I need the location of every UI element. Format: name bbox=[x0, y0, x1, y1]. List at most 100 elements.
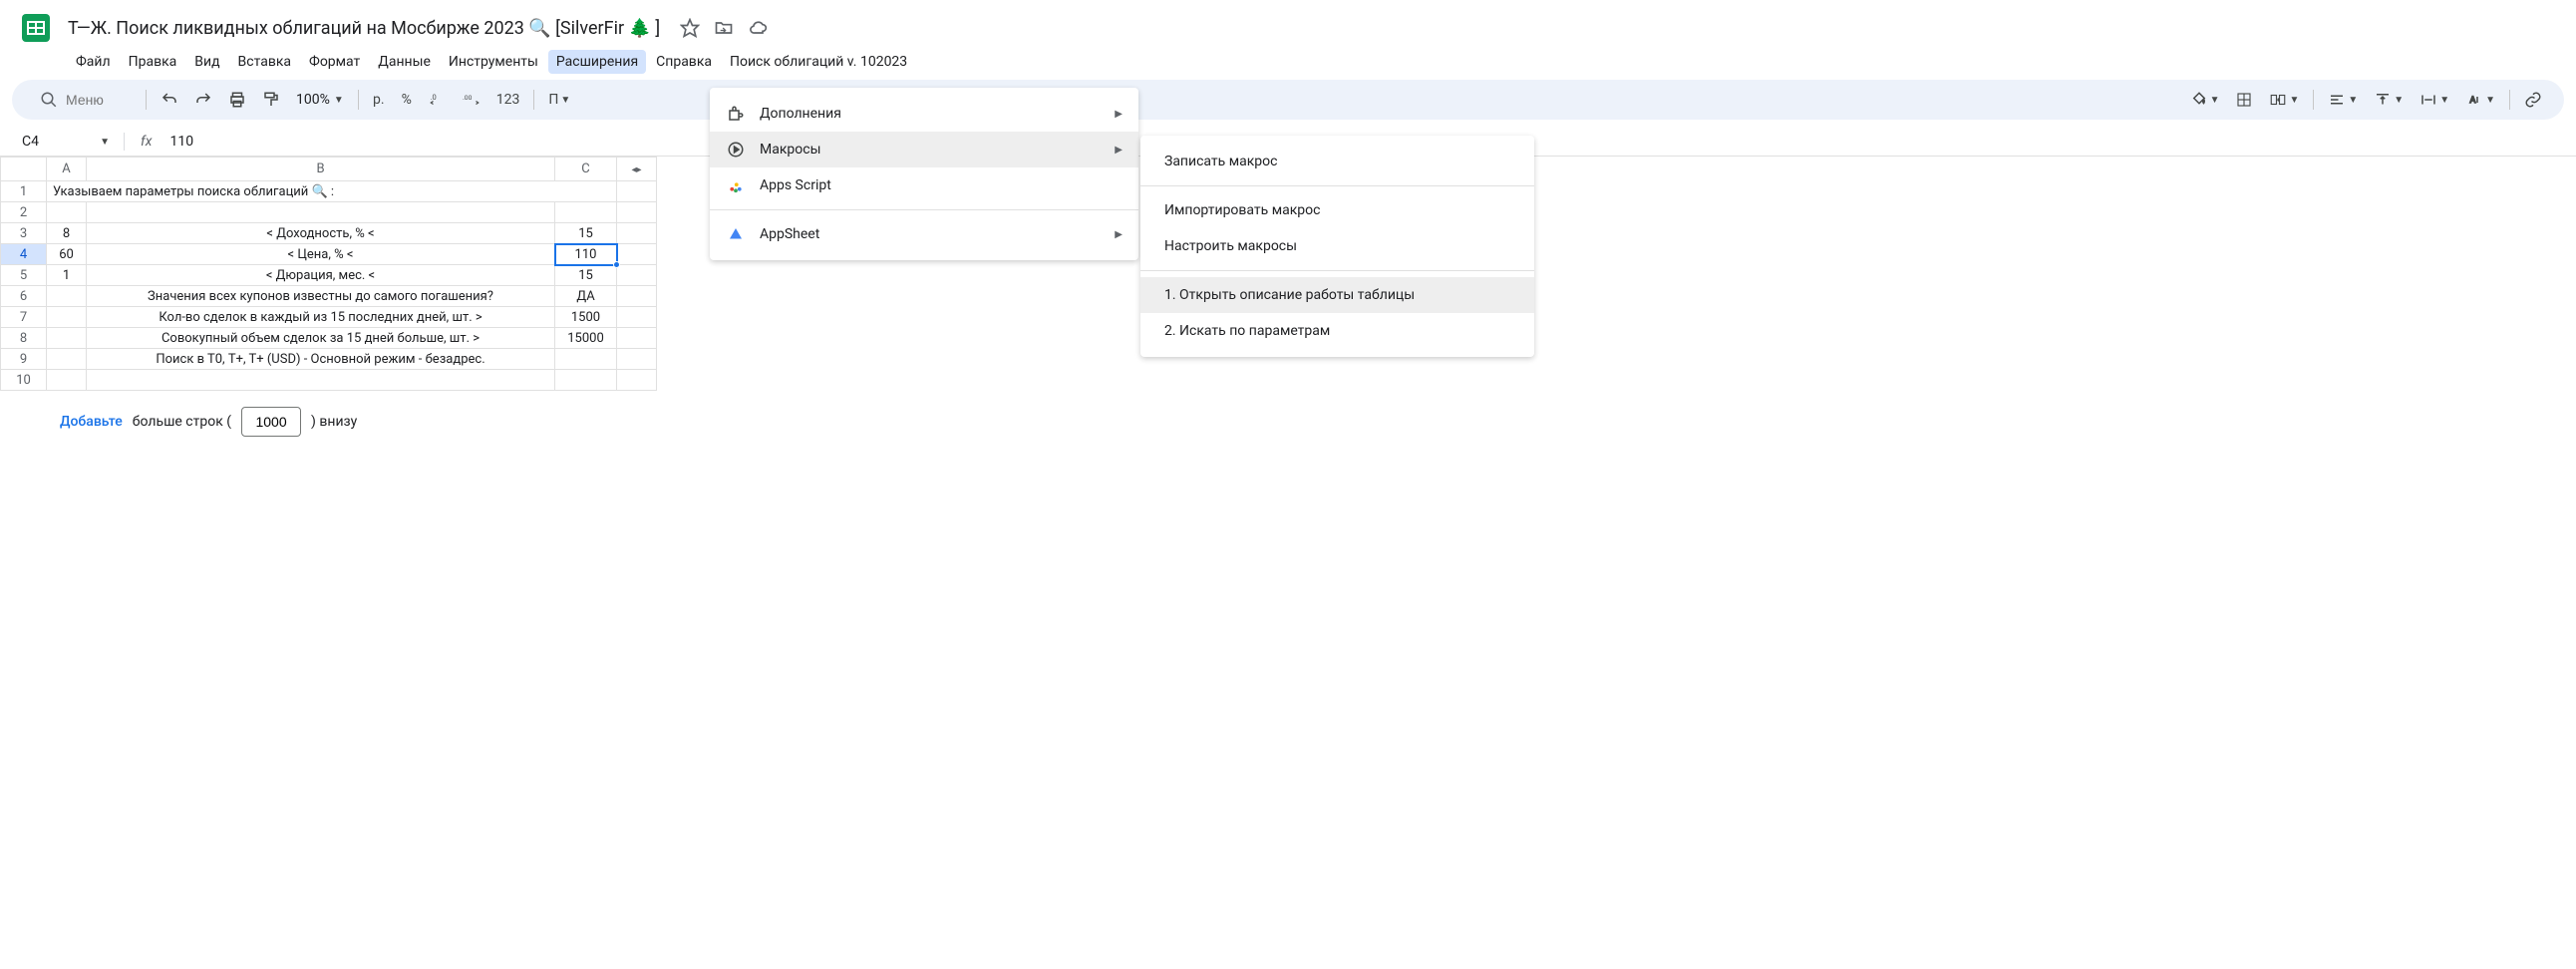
spreadsheet-grid[interactable]: A B C ◂▸ 1Указываем параметры поиска обл… bbox=[0, 157, 657, 391]
menu-extensions[interactable]: Расширения bbox=[548, 50, 646, 74]
row-header[interactable]: 5 bbox=[1, 265, 47, 286]
text-wrap-button[interactable]: ▼ bbox=[2414, 87, 2455, 113]
fx-icon: fx bbox=[133, 134, 160, 150]
row-header[interactable]: 1 bbox=[1, 181, 47, 202]
cell[interactable]: 15 bbox=[555, 265, 617, 286]
merge-cells-button[interactable]: ▼ bbox=[2263, 87, 2305, 113]
zoom-select[interactable]: 100%▼ bbox=[290, 92, 350, 108]
cell[interactable]: 60 bbox=[47, 244, 87, 265]
cell[interactable]: Поиск в Т0, T+, T+ (USD) - Основной режи… bbox=[87, 349, 555, 370]
hidden-columns-indicator[interactable]: ◂▸ bbox=[617, 158, 657, 181]
menu-item-label: Apps Script bbox=[760, 177, 1123, 193]
menu-file[interactable]: Файл bbox=[68, 50, 119, 74]
search-input[interactable] bbox=[66, 92, 126, 108]
chevron-down-icon: ▼ bbox=[334, 95, 344, 106]
name-box[interactable]: C4▼ bbox=[16, 132, 116, 152]
insert-link-button[interactable] bbox=[2518, 87, 2548, 113]
row-header[interactable]: 10 bbox=[1, 370, 47, 391]
cell[interactable]: ДА bbox=[555, 286, 617, 307]
cell[interactable]: Кол-во сделок в каждый из 15 последних д… bbox=[87, 307, 555, 328]
apps-script-icon bbox=[726, 176, 746, 194]
menu-format[interactable]: Формат bbox=[301, 50, 368, 74]
cell[interactable]: < Доходность, % < bbox=[87, 223, 555, 244]
appsheet-icon bbox=[726, 225, 746, 243]
cell[interactable]: Указываем параметры поиска облигаций 🔍 : bbox=[47, 181, 617, 202]
row-header[interactable]: 2 bbox=[1, 202, 47, 223]
col-header-c[interactable]: C bbox=[555, 158, 617, 181]
menu-item-label: Настроить макросы bbox=[1164, 238, 1518, 254]
increase-decimal-button[interactable]: .00 bbox=[457, 87, 486, 113]
cloud-status-icon[interactable] bbox=[748, 18, 768, 38]
menu-insert[interactable]: Вставка bbox=[230, 50, 299, 74]
svg-text:.0: .0 bbox=[430, 93, 436, 102]
menu-view[interactable]: Вид bbox=[186, 50, 227, 74]
menu-item-record-macro[interactable]: Записать макрос bbox=[1140, 144, 1534, 179]
search-icon bbox=[40, 91, 58, 109]
row-header[interactable]: 7 bbox=[1, 307, 47, 328]
menu-custom[interactable]: Поиск облигаций v. 102023 bbox=[722, 50, 915, 74]
cell[interactable]: < Цена, % < bbox=[87, 244, 555, 265]
menu-data[interactable]: Данные bbox=[370, 50, 439, 74]
menu-item-appsheet[interactable]: AppSheet ▶ bbox=[710, 216, 1138, 252]
menu-item-configure-macros[interactable]: Настроить макросы bbox=[1140, 228, 1534, 264]
menu-item-addons[interactable]: Дополнения ▶ bbox=[710, 96, 1138, 132]
menu-item-macro-1[interactable]: 1. Открыть описание работы таблицы bbox=[1140, 277, 1534, 313]
font-select[interactable]: П▼ bbox=[542, 88, 576, 112]
paint-format-button[interactable] bbox=[256, 87, 286, 113]
menu-tools[interactable]: Инструменты bbox=[441, 50, 546, 74]
star-icon[interactable] bbox=[680, 18, 700, 38]
number-format-button[interactable]: 123 bbox=[490, 88, 526, 112]
redo-button[interactable] bbox=[188, 87, 218, 113]
sheets-logo[interactable] bbox=[16, 8, 56, 48]
row-header[interactable]: 9 bbox=[1, 349, 47, 370]
menu-search[interactable] bbox=[28, 87, 138, 113]
menu-item-macro-2[interactable]: 2. Искать по параметрам bbox=[1140, 313, 1534, 349]
menu-item-apps-script[interactable]: Apps Script bbox=[710, 167, 1138, 203]
row-header[interactable]: 3 bbox=[1, 223, 47, 244]
percent-button[interactable]: % bbox=[395, 88, 419, 112]
row-header[interactable]: 4 bbox=[1, 244, 47, 265]
menu-item-label: Макросы bbox=[760, 142, 1101, 158]
print-button[interactable] bbox=[222, 87, 252, 113]
row-header[interactable]: 8 bbox=[1, 328, 47, 349]
menu-item-macros[interactable]: Макросы ▶ bbox=[710, 132, 1138, 167]
cell[interactable]: 1 bbox=[47, 265, 87, 286]
horizontal-align-button[interactable]: ▼ bbox=[2322, 87, 2364, 113]
menu-item-label: AppSheet bbox=[760, 226, 1101, 242]
col-header-a[interactable]: A bbox=[47, 158, 87, 181]
add-rows-count-input[interactable] bbox=[241, 407, 301, 437]
fill-color-button[interactable]: ▼ bbox=[2184, 87, 2226, 113]
menu-item-label: Дополнения bbox=[760, 106, 1101, 122]
move-folder-icon[interactable] bbox=[714, 18, 734, 38]
cell[interactable]: 8 bbox=[47, 223, 87, 244]
add-rows-label-before: больше строк ( bbox=[133, 414, 231, 430]
cell[interactable]: 1500 bbox=[555, 307, 617, 328]
selected-cell[interactable]: 110 bbox=[555, 244, 617, 265]
col-header-b[interactable]: B bbox=[87, 158, 555, 181]
row-header[interactable]: 6 bbox=[1, 286, 47, 307]
menu-item-import-macro[interactable]: Импортировать макрос bbox=[1140, 192, 1534, 228]
menu-edit[interactable]: Правка bbox=[121, 50, 185, 74]
text-rotation-button[interactable]: A▼ bbox=[2459, 87, 2501, 113]
menu-help[interactable]: Справка bbox=[648, 50, 720, 74]
undo-button[interactable] bbox=[155, 87, 184, 113]
decrease-decimal-button[interactable]: .0 bbox=[423, 87, 453, 113]
addons-icon bbox=[726, 105, 746, 123]
macros-dropdown: Записать макрос Импортировать макрос Нас… bbox=[1140, 136, 1534, 357]
add-rows-button[interactable]: Добавьте bbox=[60, 414, 123, 430]
vertical-align-button[interactable]: ▼ bbox=[2368, 87, 2410, 113]
currency-button[interactable]: р. bbox=[367, 88, 391, 112]
toolbar: 100%▼ р. % .0 .00 123 П▼ ▼ ▼ ▼ ▼ ▼ A▼ bbox=[12, 80, 2564, 120]
record-icon bbox=[726, 141, 746, 159]
document-title[interactable]: Т—Ж. Поиск ликвидных облигаций на Мосбир… bbox=[68, 18, 660, 39]
cell[interactable]: Совокупный объем сделок за 15 дней больш… bbox=[87, 328, 555, 349]
fill-handle[interactable] bbox=[613, 261, 620, 268]
chevron-right-icon: ▶ bbox=[1115, 229, 1123, 240]
borders-button[interactable] bbox=[2229, 87, 2259, 113]
cell[interactable]: Значения всех купонов известны до самого… bbox=[87, 286, 555, 307]
cell[interactable]: 15000 bbox=[555, 328, 617, 349]
cell[interactable]: < Дюрация, мес. < bbox=[87, 265, 555, 286]
svg-text:.00: .00 bbox=[463, 94, 473, 102]
cell[interactable]: 15 bbox=[555, 223, 617, 244]
select-all-corner[interactable] bbox=[1, 158, 47, 181]
